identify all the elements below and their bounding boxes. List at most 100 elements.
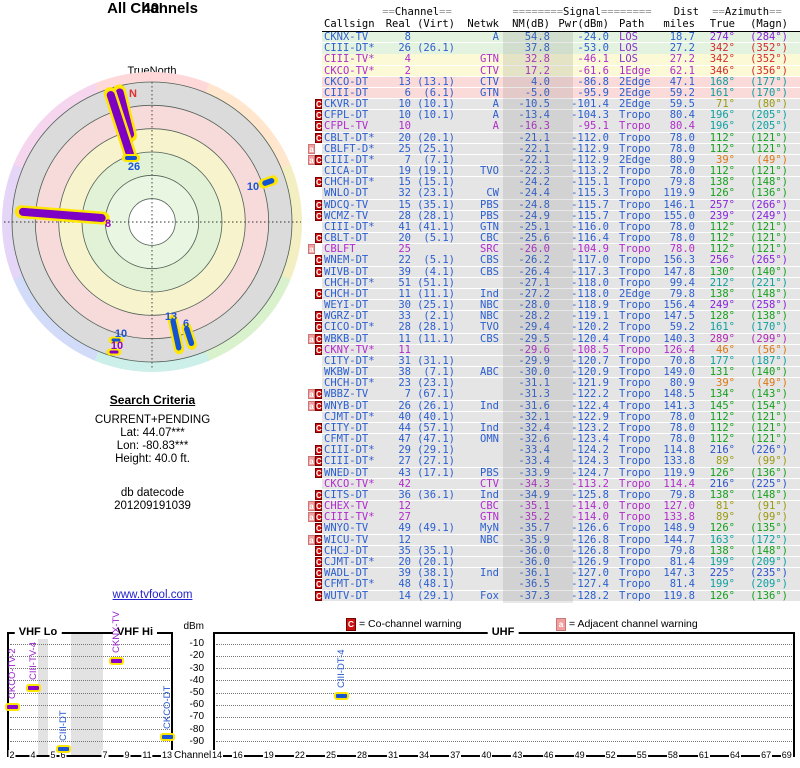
- cell-p: -117.0: [571, 254, 609, 267]
- gridline: [10, 692, 170, 694]
- channel-tick: 49: [573, 750, 586, 761]
- co-channel-warning-badge: C: [315, 255, 322, 266]
- cell-p: -115.7: [571, 198, 609, 211]
- cell-m: (136°): [750, 187, 788, 200]
- table-row: C WNED-DT 43 (17.1) PBS -33.9 -124.7 Tropo 119.9…: [315, 466, 800, 479]
- co-channel-warning-icon: C: [346, 618, 356, 631]
- search-lon: Lon: -80.83***: [116, 440, 189, 452]
- cell-m: (170°): [750, 321, 788, 334]
- channel-axis-label: Channel: [174, 750, 212, 761]
- table-row: WNLO-DT 32 (23.1) CW -24.4 -115.3 Tropo 119.9 12…: [322, 187, 800, 200]
- table-row: CKNX-TV 8 A 54.8 -24.0 LOS 18.7 274° (284°): [322, 32, 800, 42]
- table-row: a CBLFT 25 SRC -26.0 -104.9 Tropo 78.0 112° (121°…: [308, 244, 800, 255]
- channel-tick: 28: [356, 750, 369, 761]
- cell-v: [405, 121, 455, 132]
- adjacent-channel-warning-badge: a: [308, 143, 315, 154]
- cell-v: (28.1): [417, 321, 455, 334]
- cell-r: 10: [398, 120, 411, 133]
- table-row: CKCO-DT 13 (13.1) CTV 4.0 -86.8 2Edge 47.1 168°(…: [322, 75, 800, 88]
- table-row: CIII-DT* 41 (41.1) GTN -25.1 -116.0 Tropo 78.0 1…: [322, 221, 800, 232]
- cell-r: 26: [398, 399, 411, 412]
- channel-tick: 37: [449, 750, 462, 761]
- cell-v: (29.1): [417, 589, 455, 602]
- cell-v: (27.1): [417, 455, 455, 468]
- cell-r: 13: [398, 75, 411, 88]
- cell-nm: -16.3: [518, 120, 550, 133]
- co-channel-warning-badge: C: [315, 501, 322, 512]
- spectrum-station-label: CKCO-DT: [162, 686, 173, 730]
- cell-nm: -29.5: [518, 332, 550, 345]
- adjacent-channel-warning-badge: a: [308, 512, 315, 523]
- cell-r: 20: [398, 131, 411, 144]
- band-title-vhf-lo: VHF Lo: [14, 626, 62, 639]
- tvfool-link[interactable]: www.tvfool.com: [113, 589, 193, 601]
- cell-v: (26.1): [417, 42, 455, 55]
- co-channel-warning-badge: C: [315, 568, 322, 579]
- cell-m: (266°): [750, 198, 788, 211]
- cell-nm: -24.8: [518, 198, 550, 211]
- table-row: C CHCH-DT 11 (11.1) Ind -27.2 -118.0 2Edge 79.8 1…: [315, 289, 800, 299]
- cell-m: (205°): [750, 120, 788, 133]
- table-row: C WGRZ-DT 33 (2.1) NBC -28.2 -119.1 Tropo 147.5 1…: [315, 311, 800, 322]
- cell-m: (140°): [750, 265, 788, 278]
- co-channel-warning-badge: C: [315, 456, 322, 467]
- cell-m: (209°): [750, 578, 788, 591]
- cell-p: -126.6: [571, 522, 609, 535]
- cell-m: (135°): [750, 522, 788, 535]
- table-row: C WIVB-DT 39 (4.1) CBS -26.4 -117.3 Tropo 147.8 1…: [315, 265, 800, 278]
- table-row: C CKVR-DT 10 (10.1) A -10.5 -101.4 2Edge 59.5 71°…: [315, 99, 800, 109]
- adjacent-channel-warning-badge: a: [308, 389, 315, 400]
- co-channel-warning-badge: C: [315, 512, 322, 523]
- cell-m: (99°): [756, 455, 788, 468]
- cell-r: 2: [404, 64, 411, 77]
- cell-nm: -35.7: [518, 522, 550, 535]
- channel-tick: 9: [123, 750, 131, 761]
- cell-nm: -31.3: [518, 388, 550, 401]
- cell-m: (143°): [750, 388, 788, 401]
- table-row: C CKNY-TV* 11 -29.6 -108.5 Tropo 126.4 46° (56°): [315, 344, 800, 355]
- cell-v: (11.1): [417, 332, 455, 345]
- table-row: a C WNYB-DT 26 (26.1) Ind -31.6 -122.4 Tropo 141.…: [308, 399, 800, 412]
- cell-v: (5.1): [423, 254, 455, 267]
- gridline: [10, 716, 170, 718]
- table-row: CKCO-TV* 42 CTV -34.3 -113.2 Tropo 114.4 216° (2…: [322, 478, 800, 489]
- fm-gap-band: [71, 634, 103, 755]
- spectrum-station-label: CKNX-TV: [111, 611, 122, 653]
- co-channel-warning-badge: C: [315, 199, 322, 210]
- co-channel-warning-badge: C: [315, 266, 322, 277]
- band-title-uhf: UHF: [487, 626, 519, 639]
- cell-p: -115.3: [571, 187, 609, 200]
- table-row: CIII-DT 6 (6.1) GTN -5.0 -95.9 2Edge 59.2 161° (1…: [322, 87, 800, 98]
- cell-nm: -37.3: [518, 589, 550, 602]
- cell-v: [405, 501, 455, 512]
- cell-m: (172°): [750, 533, 788, 546]
- adjacent-channel-warning-text: = Adjacent channel warning: [569, 618, 698, 630]
- cell-v: (4.1): [423, 265, 455, 278]
- cell-nm: -31.6: [518, 399, 550, 412]
- cell-r: 43: [398, 466, 411, 479]
- co-channel-warning-badge: C: [315, 121, 322, 132]
- gridline: [216, 643, 792, 645]
- cell-r: 14: [398, 589, 411, 602]
- cell-v: [405, 54, 455, 65]
- cell-r: 22: [398, 254, 411, 267]
- gridline: [216, 741, 792, 743]
- co-channel-warning-badge: C: [315, 422, 322, 433]
- cell-v: (10.1): [417, 109, 455, 122]
- table-row: C WDCQ-TV 15 (35.1) PBS -24.8 -115.7 Tropo 146.1…: [315, 198, 800, 211]
- cell-nm: -21.1: [518, 131, 550, 144]
- table-row: C CFPL-TV 10 A -16.3 -95.1 Tropo 80.4 196° (205°): [315, 120, 800, 133]
- spectrum-station-label: CIII-DT-4: [336, 649, 348, 689]
- table-row: C CHCJ-DT 35 (35.1) -36.0 -126.8 Tropo 79.8 138°…: [315, 545, 800, 556]
- adjacent-channel-warning-badge: a: [308, 333, 315, 344]
- channel-tick: 13: [160, 750, 174, 761]
- radar-channel-label: 6: [183, 318, 189, 330]
- cell-v: (35.1): [417, 198, 455, 211]
- signal-table: ==Channel== ========Signal======== Dist …: [308, 4, 800, 606]
- radar-channel-label: 8: [105, 218, 111, 230]
- channel-tick: 5: [49, 750, 57, 761]
- north-label: N: [129, 88, 137, 100]
- spectrum-station-label: CIII-TV-4: [28, 641, 39, 680]
- spectrum-marker-CKCO-TV-2: [4, 702, 20, 711]
- table-row: C CFPL-DT 10 (10.1) A -13.4 -104.3 Tropo 80.4 196…: [315, 109, 800, 122]
